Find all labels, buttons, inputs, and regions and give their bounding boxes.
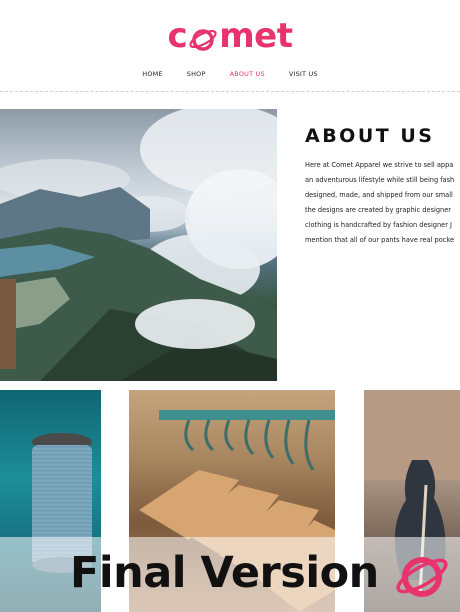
nav-home[interactable]: HOME [130,70,175,78]
logo-text-end: met [219,16,293,56]
about-line: an adventurous lifestyle while still bei… [305,176,455,184]
main-nav: HOME SHOP ABOUT US VISIT US [0,70,460,78]
about-us-body: Here at Comet Apparel we strive to sell … [305,158,460,248]
planet-icon [188,21,218,51]
about-us-heading: ABOUT US [305,125,435,147]
about-line: the designs are created by graphic desig… [305,206,451,214]
header-divider [0,91,460,92]
hero-mountain-image [0,109,277,381]
nav-about-us[interactable]: ABOUT US [218,70,277,78]
logo-text-start: c [167,16,188,56]
final-version-label: Final Version [70,548,379,598]
about-line: Here at Comet Apparel we strive to sell … [305,161,454,169]
planet-icon [393,550,451,602]
about-line: mention that all of our pants have real … [305,236,455,244]
about-line: clothing is handcrafted by fashion desig… [305,221,452,229]
brand-logo[interactable]: c met [0,14,460,58]
nav-shop[interactable]: SHOP [175,70,218,78]
about-line: designed, made, and shipped from our sma… [305,191,453,199]
nav-visit-us[interactable]: VISIT US [277,70,330,78]
logo-wordmark: c met [168,14,293,58]
